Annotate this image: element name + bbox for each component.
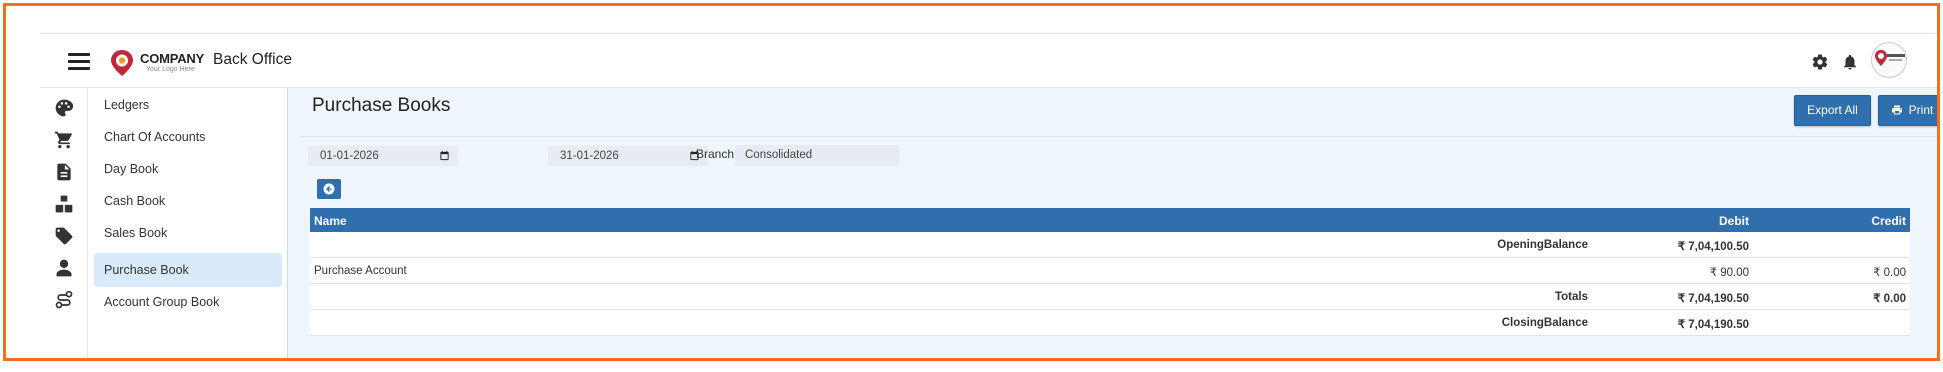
icon-rail (40, 88, 88, 358)
table-row[interactable]: Purchase Account ₹ 90.00 ₹ 0.00 (310, 258, 1910, 284)
hamburger-menu-icon[interactable] (68, 53, 90, 71)
opening-balance-row: OpeningBalance ₹ 7,04,100.50 (310, 232, 1910, 258)
column-header-credit: Credit (1871, 214, 1906, 228)
branch-select[interactable]: Consolidated (735, 145, 899, 166)
opening-balance-debit: ₹ 7,04,100.50 (1677, 241, 1749, 253)
location-pin-icon (111, 50, 133, 76)
back-button[interactable] (317, 179, 341, 199)
purchase-book-table: Name Debit Credit OpeningBalance ₹ 7,04,… (310, 208, 1910, 336)
menu-item-chart-of-accounts[interactable]: Chart Of Accounts (94, 120, 282, 154)
palette-icon[interactable] (54, 98, 74, 118)
menu-item-cash-book[interactable]: Cash Book (94, 184, 282, 218)
logo-tagline: Your Logo Here (146, 66, 195, 73)
app-window: COMPANY Your Logo Here Back Office Ledge… (40, 33, 1937, 358)
export-all-button[interactable]: Export All (1794, 95, 1871, 126)
company-logo[interactable]: COMPANY Your Logo Here (110, 47, 220, 79)
closing-balance-row: ClosingBalance ₹ 7,04,190.50 (310, 310, 1910, 336)
from-date-input[interactable]: 01-01-2026 (308, 146, 458, 166)
menu-item-sales-book[interactable]: Sales Book (94, 216, 282, 250)
print-label: Print (1908, 103, 1934, 117)
totals-debit: ₹ 7,04,190.50 (1677, 293, 1749, 305)
user-avatar[interactable] (1871, 42, 1907, 78)
gear-icon[interactable] (1811, 53, 1829, 71)
printer-icon (1891, 105, 1902, 115)
table-header: Name Debit Credit (310, 208, 1910, 232)
side-menu: Ledgers Chart Of Accounts Day Book Cash … (88, 88, 288, 358)
from-date-value: 01-01-2026 (320, 150, 379, 162)
arrow-left-circle-icon (323, 183, 335, 195)
divider (300, 136, 1937, 137)
app-title: Back Office (213, 51, 292, 68)
bell-icon[interactable] (1841, 53, 1859, 71)
user-icon[interactable] (54, 258, 74, 278)
menu-item-day-book[interactable]: Day Book (94, 152, 282, 186)
tag-icon[interactable] (54, 226, 74, 246)
avatar-logo-icon (1875, 50, 1905, 66)
page-title: Purchase Books (312, 95, 451, 116)
boxes-icon[interactable] (54, 194, 74, 214)
document-icon[interactable] (54, 162, 74, 182)
print-button[interactable]: Print (1878, 95, 1937, 126)
top-header: COMPANY Your Logo Here Back Office (40, 34, 1937, 88)
closing-balance-debit: ₹ 7,04,190.50 (1677, 319, 1749, 331)
menu-item-purchase-book[interactable]: Purchase Book (94, 253, 282, 287)
row-debit: ₹ 90.00 (1709, 267, 1749, 279)
cart-icon[interactable] (54, 130, 74, 150)
logo-name: COMPANY (140, 51, 205, 66)
branch-label: Branch (696, 147, 735, 161)
closing-balance-label: ClosingBalance (1501, 317, 1588, 329)
to-date-value: 31-01-2026 (560, 150, 619, 162)
row-credit: ₹ 0.00 (1873, 267, 1906, 279)
main-content: Purchase Books Export All Print 01-01-20… (288, 88, 1937, 358)
menu-item-account-group-book[interactable]: Account Group Book (94, 285, 282, 319)
totals-label: Totals (1554, 291, 1588, 303)
menu-item-ledgers[interactable]: Ledgers (94, 88, 282, 122)
opening-balance-label: OpeningBalance (1497, 239, 1588, 251)
column-header-debit: Debit (1719, 214, 1749, 228)
row-name: Purchase Account (314, 265, 407, 277)
totals-row: Totals ₹ 7,04,190.50 ₹ 0.00 (310, 284, 1910, 310)
to-date-input[interactable]: 31-01-2026 (548, 146, 708, 166)
totals-credit: ₹ 0.00 (1873, 293, 1906, 305)
column-header-name: Name (314, 214, 347, 228)
calendar-icon[interactable] (439, 150, 450, 161)
route-icon[interactable] (54, 290, 74, 310)
screenshot-frame: COMPANY Your Logo Here Back Office Ledge… (3, 3, 1940, 361)
